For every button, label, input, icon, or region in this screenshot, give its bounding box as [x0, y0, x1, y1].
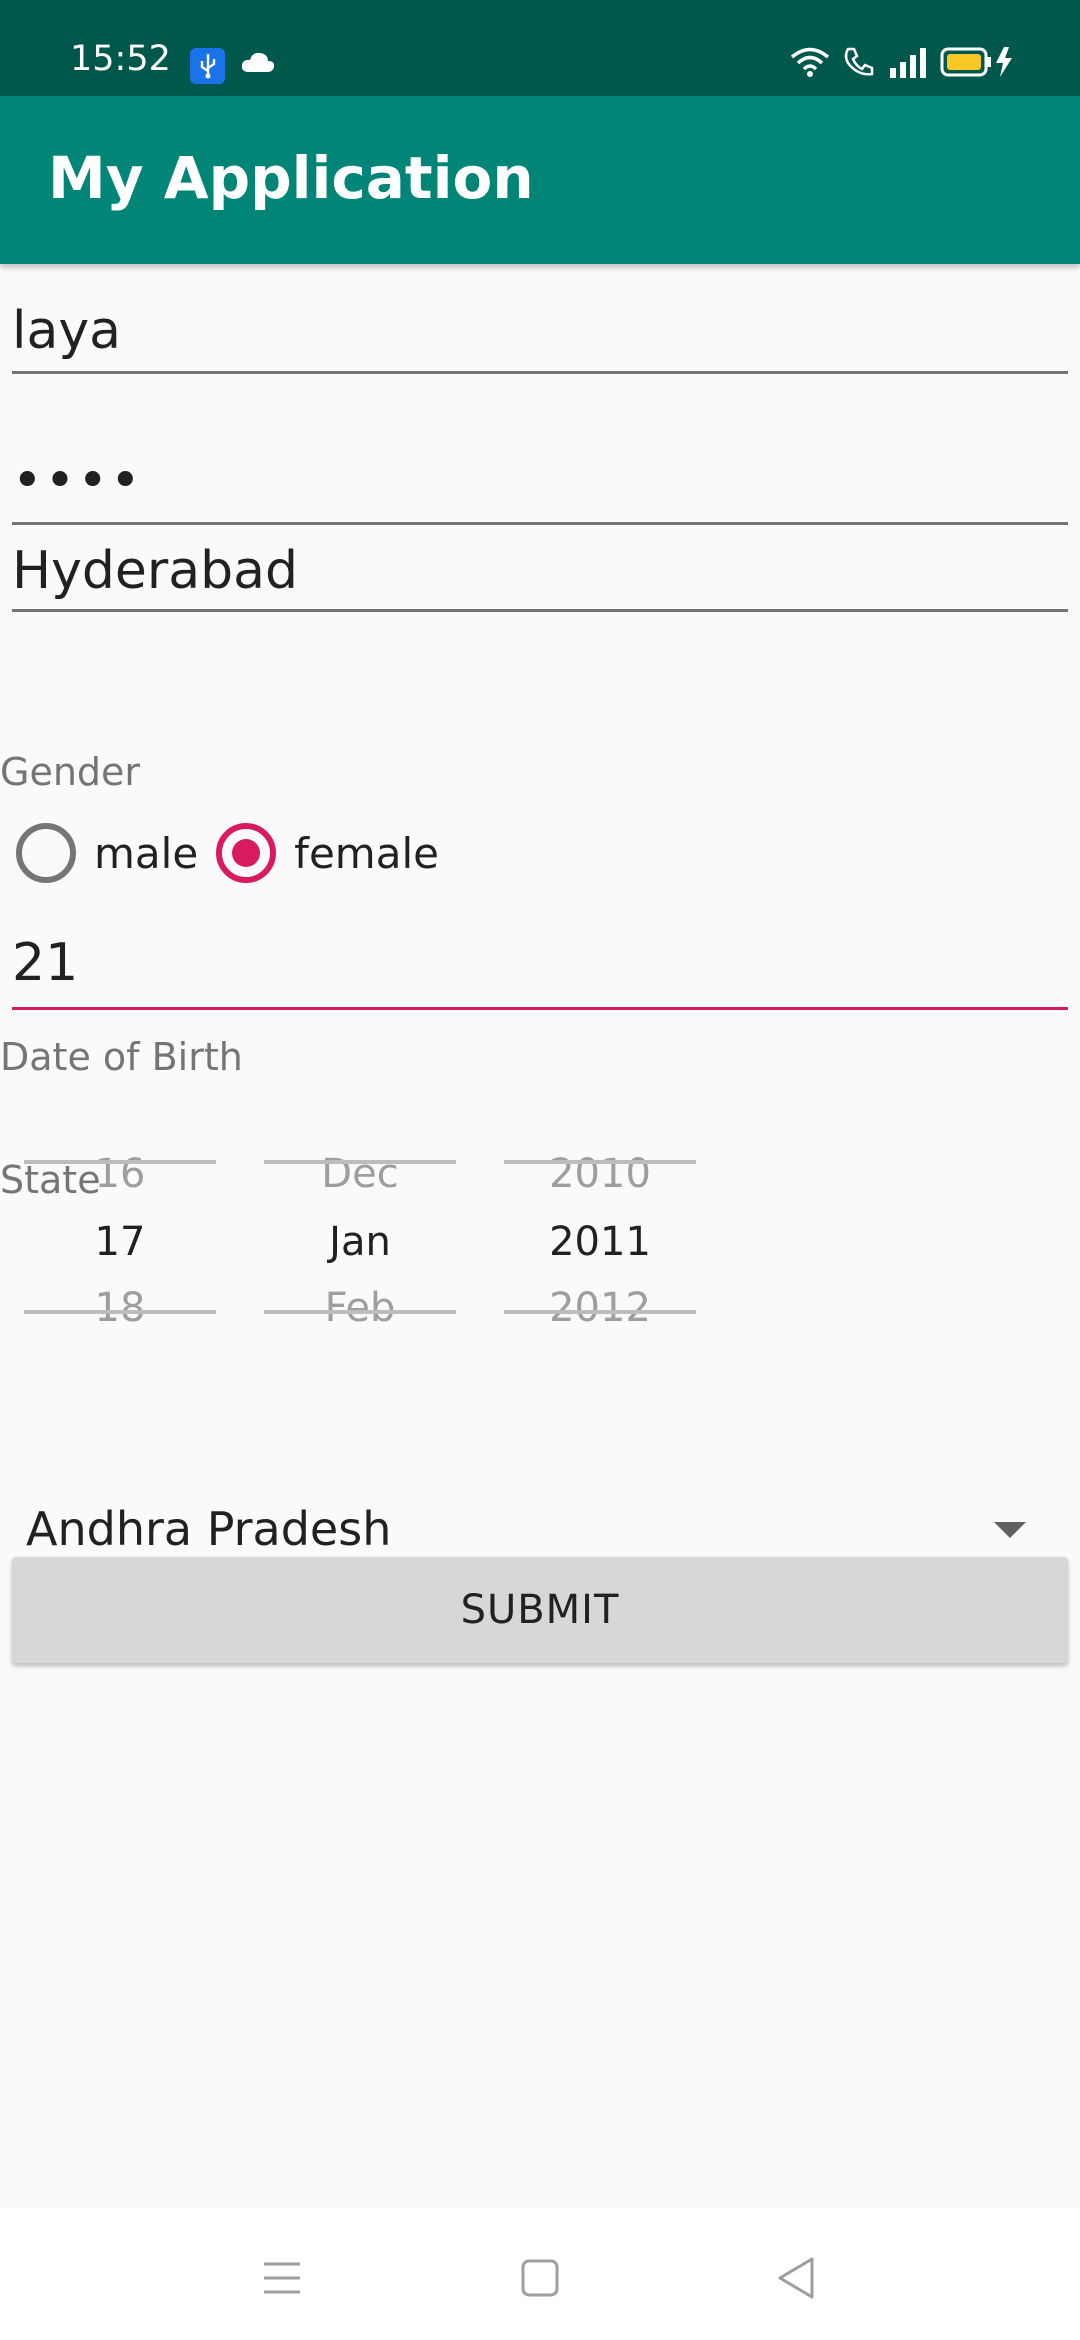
year-selected: 2011: [549, 1219, 651, 1265]
dob-label: Date of Birth: [0, 1035, 243, 1079]
submit-button[interactable]: SUBMIT: [12, 1557, 1068, 1663]
dropdown-arrow-icon: [994, 1522, 1026, 1538]
password-field-value: ••••: [12, 451, 143, 511]
password-field[interactable]: ••••: [12, 430, 1068, 525]
male-radio-label[interactable]: male: [94, 829, 198, 878]
status-bar: 15:52: [0, 0, 1080, 96]
female-radio[interactable]: [216, 823, 277, 883]
state-spinner-value: Andhra Pradesh: [26, 1502, 392, 1556]
cloud-icon: [240, 50, 276, 78]
month-divider-top: [264, 1160, 456, 1164]
year-next: 2012: [549, 1285, 651, 1331]
status-time: 15:52: [70, 39, 171, 79]
navigation-bar: [0, 2208, 1080, 2340]
year-divider-top: [504, 1160, 696, 1164]
status-icons: [790, 44, 1016, 84]
usb-icon: [190, 48, 225, 84]
day-selected: 17: [94, 1219, 146, 1265]
month-divider-bottom: [264, 1310, 456, 1314]
gender-radio-group: male female: [16, 818, 457, 888]
day-divider-bottom: [24, 1310, 216, 1314]
female-radio-label[interactable]: female: [294, 829, 439, 878]
signal-icon: [888, 46, 928, 82]
app-title: My Application: [48, 144, 534, 212]
year-divider-bottom: [504, 1310, 696, 1314]
app-bar: My Application: [0, 96, 1080, 264]
city-field[interactable]: Hyderabad: [12, 530, 1068, 612]
gender-label: Gender: [0, 750, 141, 794]
city-field-value: Hyderabad: [12, 541, 298, 601]
day-next: 18: [94, 1285, 146, 1331]
back-icon[interactable]: [766, 2248, 826, 2308]
volte-call-icon: [842, 45, 876, 83]
home-icon[interactable]: [510, 2248, 570, 2308]
male-radio[interactable]: [16, 823, 76, 883]
age-field-value: 21: [12, 933, 79, 993]
age-field[interactable]: 21: [12, 920, 1068, 1010]
name-field[interactable]: laya: [12, 280, 1068, 374]
name-field-value: laya: [12, 301, 121, 361]
state-spinner[interactable]: Andhra Pradesh: [12, 1490, 1068, 1560]
menu-icon[interactable]: [252, 2248, 312, 2308]
wifi-icon: [790, 46, 830, 82]
month-selected: Jan: [329, 1219, 391, 1265]
month-next: Feb: [324, 1285, 396, 1331]
state-label: State: [0, 1158, 101, 1202]
year-picker[interactable]: 2010 2011 2012: [504, 1148, 696, 1328]
battery-charging-icon: [940, 45, 1016, 83]
month-picker[interactable]: Dec Jan Feb: [264, 1148, 456, 1328]
